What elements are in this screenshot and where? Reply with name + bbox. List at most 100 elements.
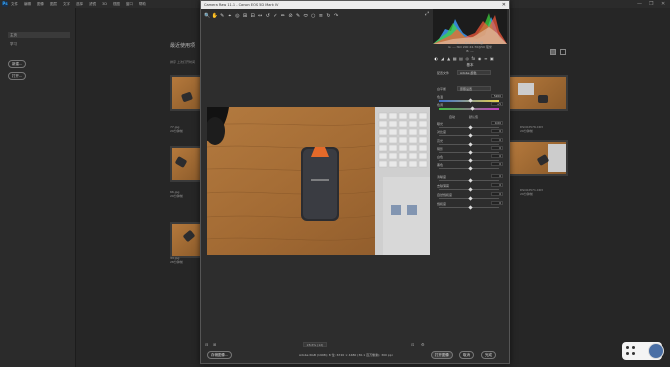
whites-knob[interactable] bbox=[468, 158, 473, 163]
tab-split-tone-icon[interactable]: ▤ bbox=[459, 56, 464, 61]
blacks-slider[interactable] bbox=[439, 166, 499, 171]
open-file-button[interactable]: 打开... bbox=[8, 72, 27, 80]
vibrance-knob[interactable] bbox=[468, 196, 473, 201]
rotate-left-icon[interactable]: ↻ bbox=[326, 13, 332, 19]
color-sampler-tool-icon[interactable]: ⌖ bbox=[227, 13, 233, 19]
clarity-value[interactable]: 0 bbox=[491, 174, 503, 178]
zoom-tool-icon[interactable]: 🔍 bbox=[204, 13, 210, 19]
menu-layer[interactable]: 图层 bbox=[50, 2, 57, 7]
sidebar-item-learn[interactable]: 学习 bbox=[8, 41, 70, 47]
exposure-value[interactable]: 0.00 bbox=[491, 121, 503, 125]
crop-tool-icon[interactable]: ⊞ bbox=[242, 13, 248, 19]
close-icon[interactable]: ✕ bbox=[502, 1, 506, 9]
minimize-button[interactable]: — bbox=[637, 1, 642, 7]
whites-value[interactable]: 0 bbox=[491, 154, 503, 158]
tab-effects-icon[interactable]: fx bbox=[471, 56, 476, 61]
red-eye-tool-icon[interactable]: ✓ bbox=[272, 13, 278, 19]
raw-preview-image[interactable] bbox=[207, 107, 430, 255]
shadows-knob[interactable] bbox=[468, 150, 473, 155]
white-balance-select[interactable]: 原照设置 bbox=[457, 86, 491, 91]
floating-chat-widget[interactable] bbox=[622, 342, 664, 360]
contrast-slider[interactable] bbox=[439, 133, 499, 138]
menu-image[interactable]: 图像 bbox=[37, 2, 44, 7]
sidebar-item-home[interactable]: 主页 bbox=[8, 32, 70, 38]
tab-hsl-icon[interactable]: ▦ bbox=[453, 56, 458, 61]
contrast-value[interactable]: 0 bbox=[491, 129, 503, 133]
highlights-knob[interactable] bbox=[468, 142, 473, 147]
menu-edit[interactable]: 编辑 bbox=[24, 2, 31, 7]
dehaze-knob[interactable] bbox=[468, 187, 473, 192]
dehaze-slider[interactable] bbox=[439, 187, 499, 192]
recent-sort-label[interactable]: 排序 上次打开时间 bbox=[170, 60, 195, 64]
highlights-slider[interactable] bbox=[439, 142, 499, 147]
cancel-button[interactable]: 取消 bbox=[459, 351, 474, 359]
brush-icon[interactable]: ✎ bbox=[295, 13, 301, 19]
white-balance-tool-icon[interactable]: ✎ bbox=[219, 13, 225, 19]
maximize-button[interactable]: ❐ bbox=[649, 1, 653, 7]
straighten-tool-icon[interactable]: ⊟ bbox=[250, 13, 256, 19]
avatar[interactable] bbox=[648, 343, 664, 359]
recent-thumb-4[interactable] bbox=[508, 75, 568, 111]
grid-view-icon[interactable] bbox=[550, 49, 556, 55]
saturation-knob[interactable] bbox=[468, 205, 473, 210]
open-image-button[interactable]: 打开图像 bbox=[431, 351, 453, 359]
list-view-icon[interactable] bbox=[560, 49, 566, 55]
shadows-slider[interactable] bbox=[439, 150, 499, 155]
fullscreen-icon[interactable]: ⤢ bbox=[425, 11, 433, 19]
exposure-slider[interactable] bbox=[439, 125, 499, 130]
clarity-slider[interactable] bbox=[439, 178, 499, 183]
tint-knob[interactable] bbox=[470, 106, 475, 111]
spot-removal-tool-icon[interactable]: ↺ bbox=[265, 13, 271, 19]
tab-tone-curve-icon[interactable]: ◢ bbox=[440, 56, 445, 61]
tint-slider[interactable] bbox=[439, 106, 499, 111]
shadows-value[interactable]: 0 bbox=[491, 146, 503, 150]
preferences-icon[interactable]: ≡ bbox=[318, 13, 324, 19]
dehaze-value[interactable]: 0 bbox=[491, 183, 503, 187]
temperature-knob[interactable] bbox=[468, 98, 473, 103]
close-window-button[interactable]: ✕ bbox=[661, 1, 665, 7]
tab-snapshots-icon[interactable]: ▣ bbox=[490, 56, 495, 61]
exposure-knob[interactable] bbox=[468, 125, 473, 130]
profile-select[interactable]: Adobe 颜色 bbox=[457, 70, 491, 75]
adjustment-brush-icon[interactable]: ✏ bbox=[280, 13, 286, 19]
contrast-knob[interactable] bbox=[468, 133, 473, 138]
menu-help[interactable]: 帮助 bbox=[139, 2, 146, 7]
done-button[interactable]: 完成 bbox=[481, 351, 496, 359]
tab-basic-icon[interactable]: ◐ bbox=[434, 56, 439, 61]
workflow-options-link[interactable]: Adobe RGB (1998); 8 位; 6720 × 4480 (30.1… bbox=[299, 353, 393, 357]
whites-slider[interactable] bbox=[439, 158, 499, 163]
menu-filter[interactable]: 滤镜 bbox=[89, 2, 96, 7]
target-adjust-tool-icon[interactable]: ◎ bbox=[234, 13, 240, 19]
vibrance-slider[interactable] bbox=[439, 196, 499, 201]
menu-type[interactable]: 文字 bbox=[63, 2, 70, 7]
menu-view[interactable]: 视图 bbox=[113, 2, 120, 7]
zoom-in-icon[interactable]: ⊞ bbox=[213, 342, 216, 347]
blacks-value[interactable]: 0 bbox=[491, 162, 503, 166]
tint-value[interactable]: +5 bbox=[491, 102, 503, 106]
saturation-value[interactable]: 0 bbox=[491, 201, 503, 205]
new-file-button[interactable]: 新建... bbox=[8, 60, 27, 68]
clarity-knob[interactable] bbox=[468, 178, 473, 183]
menu-window[interactable]: 窗口 bbox=[126, 2, 133, 7]
radial-filter-icon[interactable]: ⬭ bbox=[303, 13, 309, 19]
tab-calibration-icon[interactable]: ◉ bbox=[477, 56, 482, 61]
highlights-value[interactable]: 0 bbox=[491, 138, 503, 142]
circle-icon[interactable]: ○ bbox=[310, 13, 316, 19]
menu-file[interactable]: 文件 bbox=[11, 2, 18, 7]
vibrance-value[interactable]: 0 bbox=[491, 192, 503, 196]
tab-lens-icon[interactable]: ◎ bbox=[465, 56, 470, 61]
tab-detail-icon[interactable]: ▲ bbox=[446, 56, 451, 61]
default-button[interactable]: 默认值 bbox=[469, 115, 478, 119]
preferences-icon[interactable]: ⚙ bbox=[421, 342, 425, 347]
zoom-out-icon[interactable]: ⊟ bbox=[205, 342, 208, 347]
tab-presets-icon[interactable]: ≡ bbox=[484, 56, 489, 61]
menu-select[interactable]: 选择 bbox=[76, 2, 83, 7]
recent-thumb-5[interactable] bbox=[508, 140, 568, 176]
graduated-filter-icon[interactable]: ⊘ bbox=[288, 13, 294, 19]
auto-button[interactable]: 自动 bbox=[449, 115, 455, 119]
rotate-right-icon[interactable]: ↷ bbox=[333, 13, 339, 19]
menu-3d[interactable]: 3D bbox=[102, 2, 107, 6]
zoom-level-field[interactable]: 28.6% (12) bbox=[303, 342, 327, 347]
temperature-slider[interactable] bbox=[439, 98, 499, 103]
blacks-knob[interactable] bbox=[468, 166, 473, 171]
